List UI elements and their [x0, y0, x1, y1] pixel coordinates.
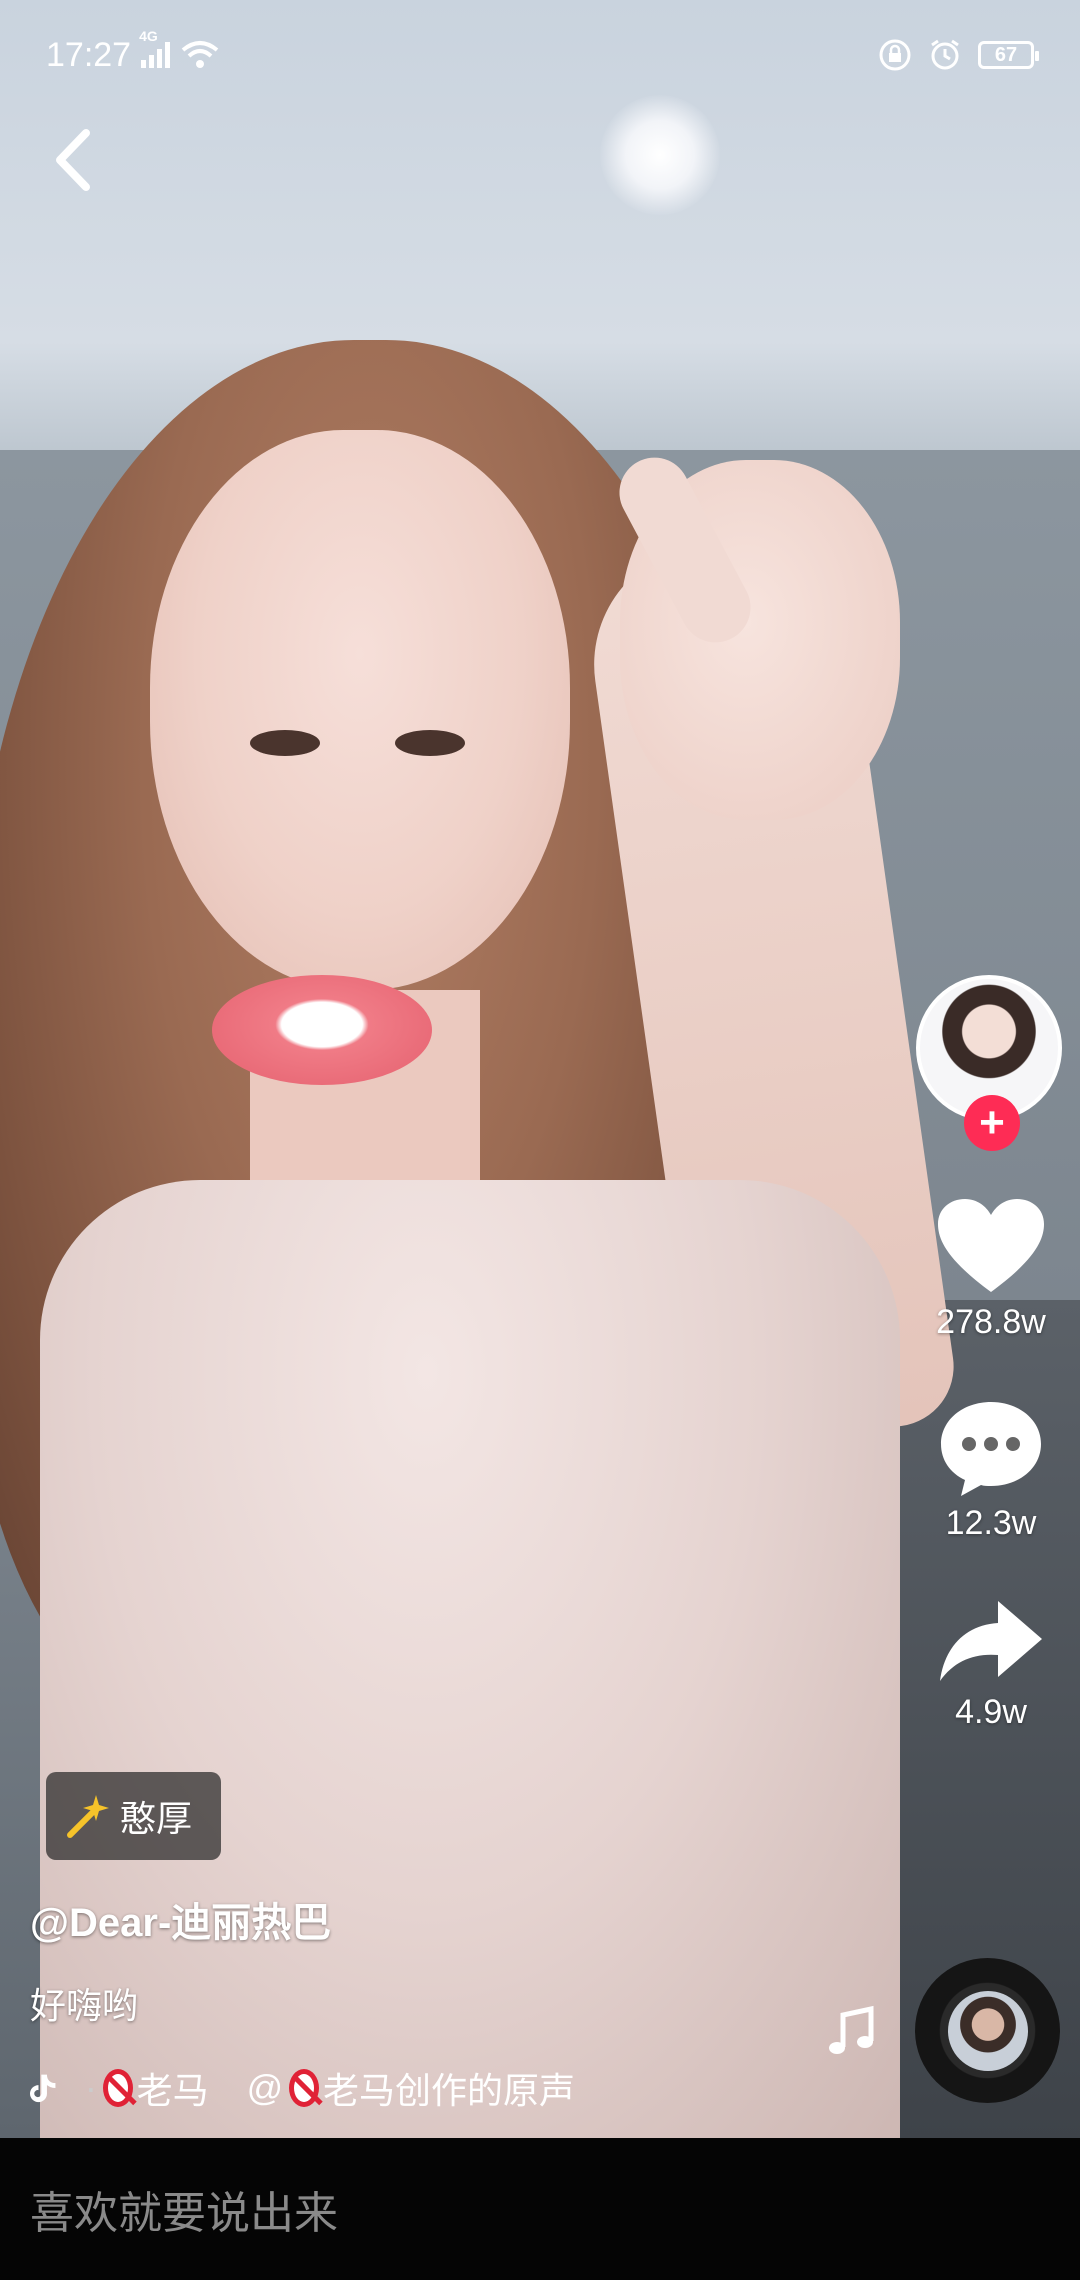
share-icon: [940, 1601, 1042, 1681]
like-button[interactable]: 278.8w: [936, 1197, 1046, 1342]
person-face: [150, 430, 570, 990]
music-title: 老马创作的原声: [322, 2070, 575, 2111]
person-eye-left: [250, 730, 320, 756]
person-eye-right: [395, 730, 465, 756]
comment-icon: [941, 1402, 1041, 1496]
music-cover: [947, 1990, 1028, 2071]
effect-label: 憨厚: [120, 1798, 193, 1839]
ceiling-light: [600, 95, 720, 215]
like-count: 278.8w: [936, 1303, 1046, 1341]
music-at: @: [246, 2067, 284, 2108]
comment-input-placeholder[interactable]: 喜欢就要说出来: [30, 2177, 338, 2241]
no-entry-icon: [102, 2069, 133, 2107]
comment-bar[interactable]: 喜欢就要说出来: [0, 2138, 1080, 2280]
back-arrow-icon: [56, 129, 90, 191]
follow-button[interactable]: +: [964, 1095, 1020, 1151]
share-button[interactable]: 4.9w: [936, 1597, 1046, 1732]
music-marquee[interactable]: · 老马 @ 老马创作的原声: [30, 2058, 575, 2118]
effect-tag[interactable]: 憨厚: [46, 1772, 221, 1860]
heart-icon: [938, 1199, 1044, 1292]
music-author: 老马: [136, 2070, 209, 2111]
sparkle-wand-icon: [67, 1795, 109, 1838]
author-avatar-group: +: [916, 975, 1066, 1151]
no-entry-icon: [289, 2069, 319, 2107]
person-dress: [40, 1180, 900, 2138]
status-bar: 17:27 4G 67: [0, 0, 1080, 110]
video-description: 好嗨哟: [30, 1985, 139, 2026]
wifi-icon: [181, 40, 219, 70]
music-note-icon: [825, 2005, 879, 2064]
status-left: 17:27 4G: [46, 28, 219, 75]
share-count: 4.9w: [955, 1693, 1027, 1731]
author-name[interactable]: @Dear-迪丽热巴: [30, 1890, 331, 1948]
signal-icon: 4G: [139, 28, 173, 70]
music-separator: ·: [84, 2067, 97, 2108]
clock: 17:27: [46, 35, 132, 74]
comment-button[interactable]: 12.3w: [937, 1398, 1045, 1543]
tiktok-icon: [30, 2074, 56, 2103]
battery-icon: 67: [978, 41, 1039, 69]
status-right: 67: [878, 38, 1039, 72]
lock-icon: [878, 38, 912, 72]
alarm-icon: [928, 38, 962, 72]
person-mouth: [212, 975, 432, 1085]
back-button[interactable]: [44, 125, 114, 205]
right-action-rail: + 278.8w 12.3w 4.9w: [916, 975, 1066, 1732]
comment-count: 12.3w: [945, 1504, 1037, 1542]
music-disc[interactable]: [915, 1958, 1060, 2103]
